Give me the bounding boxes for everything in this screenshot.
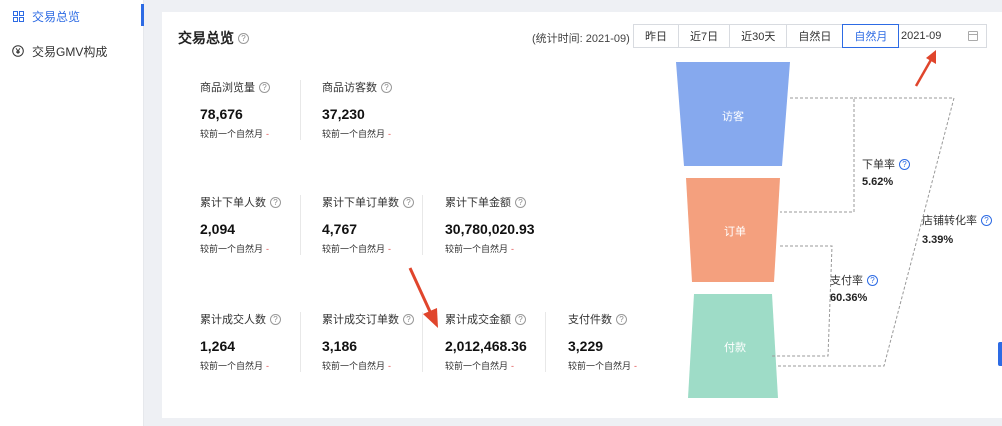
metric-label: 累计下单金额 — [445, 197, 511, 209]
help-icon[interactable]: ? — [515, 196, 526, 208]
store-rate-value: 3.39% — [922, 234, 954, 246]
sidebar-item-label: 交易总览 — [32, 9, 81, 24]
help-icon[interactable]: ? — [259, 81, 270, 93]
metric-delta: - — [511, 243, 515, 254]
metric-visitors: 商品访客数? 37,230 较前一个自然月 - — [322, 80, 442, 140]
stat-time: (统计时间: 2021-09) — [532, 33, 630, 45]
help-icon[interactable]: ? — [403, 196, 414, 208]
divider — [300, 195, 301, 255]
metric-delta: - — [266, 128, 270, 139]
yuan-icon — [12, 45, 24, 57]
metric-delta: - — [266, 243, 270, 254]
metric-value: 2,094 — [200, 221, 236, 237]
sidebar: 交易总览 交易GMV构成 — [0, 0, 144, 426]
help-icon[interactable]: ? — [899, 158, 910, 170]
divider — [422, 195, 423, 255]
month-picker-value: 2021-09 — [901, 30, 942, 42]
metric-order-people: 累计下单人数? 2,094 较前一个自然月 - — [200, 195, 320, 255]
order-rate-title: 下单率? — [862, 156, 910, 172]
conversion-funnel: 访客 订单 付款 下单率? 5.62% 支付率? 60.36% 店铺转化率? 3… — [662, 50, 1002, 405]
grid-icon — [12, 10, 24, 22]
annotation-arrow-icon — [408, 267, 438, 328]
date-range-tabs: 昨日 近7日 近30天 自然日 自然月 — [633, 24, 900, 48]
metric-deal-amount: 累计成交金额? 2,012,468.36 较前一个自然月 - — [445, 312, 555, 372]
calendar-icon — [968, 31, 978, 41]
metric-compare: 较前一个自然月 — [445, 244, 509, 254]
metric-compare: 较前一个自然月 — [322, 361, 386, 371]
help-icon[interactable]: ? — [616, 313, 627, 325]
metric-label: 商品浏览量 — [200, 82, 255, 94]
help-icon[interactable]: ? — [381, 81, 392, 93]
metric-delta: - — [634, 360, 638, 371]
divider — [300, 312, 301, 372]
help-icon[interactable]: ? — [270, 313, 281, 325]
metric-label: 累计下单订单数 — [322, 197, 399, 209]
metric-delta: - — [266, 360, 270, 371]
metric-compare: 较前一个自然月 — [200, 244, 264, 254]
store-rate-title: 店铺转化率? — [922, 212, 992, 228]
metric-order-amount: 累计下单金额? 30,780,020.93 较前一个自然月 - — [445, 195, 575, 255]
divider — [300, 80, 301, 140]
metric-browse: 商品浏览量? 78,676 较前一个自然月 - — [200, 80, 320, 140]
metric-label: 商品访客数 — [322, 82, 377, 94]
help-icon[interactable]: ? — [867, 274, 878, 286]
divider — [545, 312, 546, 372]
funnel-graphic — [676, 62, 955, 398]
help-icon[interactable]: ? — [238, 32, 249, 44]
metric-delta: - — [388, 243, 392, 254]
sidebar-item-label: 交易GMV构成 — [32, 44, 108, 59]
help-icon[interactable]: ? — [515, 313, 526, 325]
funnel-label-visitors: 访客 — [722, 111, 744, 123]
metric-value: 30,780,020.93 — [445, 221, 535, 237]
metric-value: 1,264 — [200, 338, 236, 354]
metric-compare: 较前一个自然月 — [322, 244, 386, 254]
metric-compare: 较前一个自然月 — [568, 361, 632, 371]
pay-rate-value: 60.36% — [830, 292, 868, 304]
metric-value: 37,230 — [322, 106, 365, 122]
metric-label: 累计成交订单数 — [322, 314, 399, 326]
range-natural-month[interactable]: 自然月 — [842, 24, 900, 48]
order-rate-label: 下单率 — [862, 159, 895, 171]
metric-delta: - — [388, 360, 392, 371]
metric-value: 4,767 — [322, 221, 358, 237]
sidebar-item-trade-overview[interactable]: 交易总览 — [0, 0, 144, 32]
help-icon[interactable]: ? — [270, 196, 281, 208]
store-rate-label: 店铺转化率 — [922, 215, 977, 227]
metric-deal-people: 累计成交人数? 1,264 较前一个自然月 - — [200, 312, 320, 372]
metric-compare: 较前一个自然月 — [200, 129, 264, 139]
pay-rate-label: 支付率 — [830, 275, 863, 287]
card-title-text: 交易总览 — [178, 30, 234, 46]
card-title: 交易总览 ? — [178, 28, 249, 48]
metric-label: 累计成交金额 — [445, 314, 511, 326]
metric-delta: - — [388, 128, 392, 139]
metric-compare: 较前一个自然月 — [322, 129, 386, 139]
range-30-days[interactable]: 近30天 — [729, 24, 788, 48]
range-natural-day[interactable]: 自然日 — [786, 24, 844, 48]
trade-overview-card: 交易总览 ? (统计时间: 2021-09) 昨日 近7日 近30天 自然日 自… — [162, 12, 1002, 418]
order-rate-connector — [780, 97, 855, 213]
metric-compare: 较前一个自然月 — [200, 361, 264, 371]
store-rate-connector — [778, 97, 955, 367]
funnel-label-orders: 订单 — [724, 226, 746, 238]
sidebar-item-gmv-composition[interactable]: 交易GMV构成 — [0, 35, 144, 67]
metric-value: 3,186 — [322, 338, 358, 354]
metric-delta: - — [511, 360, 515, 371]
metric-value: 78,676 — [200, 106, 243, 122]
metric-label: 支付件数 — [568, 314, 612, 326]
metric-label: 累计成交人数 — [200, 314, 266, 326]
range-7-days[interactable]: 近7日 — [678, 24, 731, 48]
metric-value: 2,012,468.36 — [445, 338, 527, 354]
range-yesterday[interactable]: 昨日 — [633, 24, 679, 48]
pay-rate-connector — [772, 245, 833, 357]
metric-label: 累计下单人数 — [200, 197, 266, 209]
metric-compare: 较前一个自然月 — [445, 361, 509, 371]
annotation-arrow-icon — [914, 50, 936, 87]
funnel-label-payment: 付款 — [724, 342, 746, 354]
metric-order-count: 累计下单订单数? 4,767 较前一个自然月 - — [322, 195, 442, 255]
order-rate-value: 5.62% — [862, 176, 894, 188]
pay-rate-title: 支付率? — [830, 272, 878, 288]
month-picker[interactable]: 2021-09 — [890, 24, 987, 48]
help-icon[interactable]: ? — [981, 214, 992, 226]
floating-side-tab[interactable] — [998, 342, 1002, 366]
